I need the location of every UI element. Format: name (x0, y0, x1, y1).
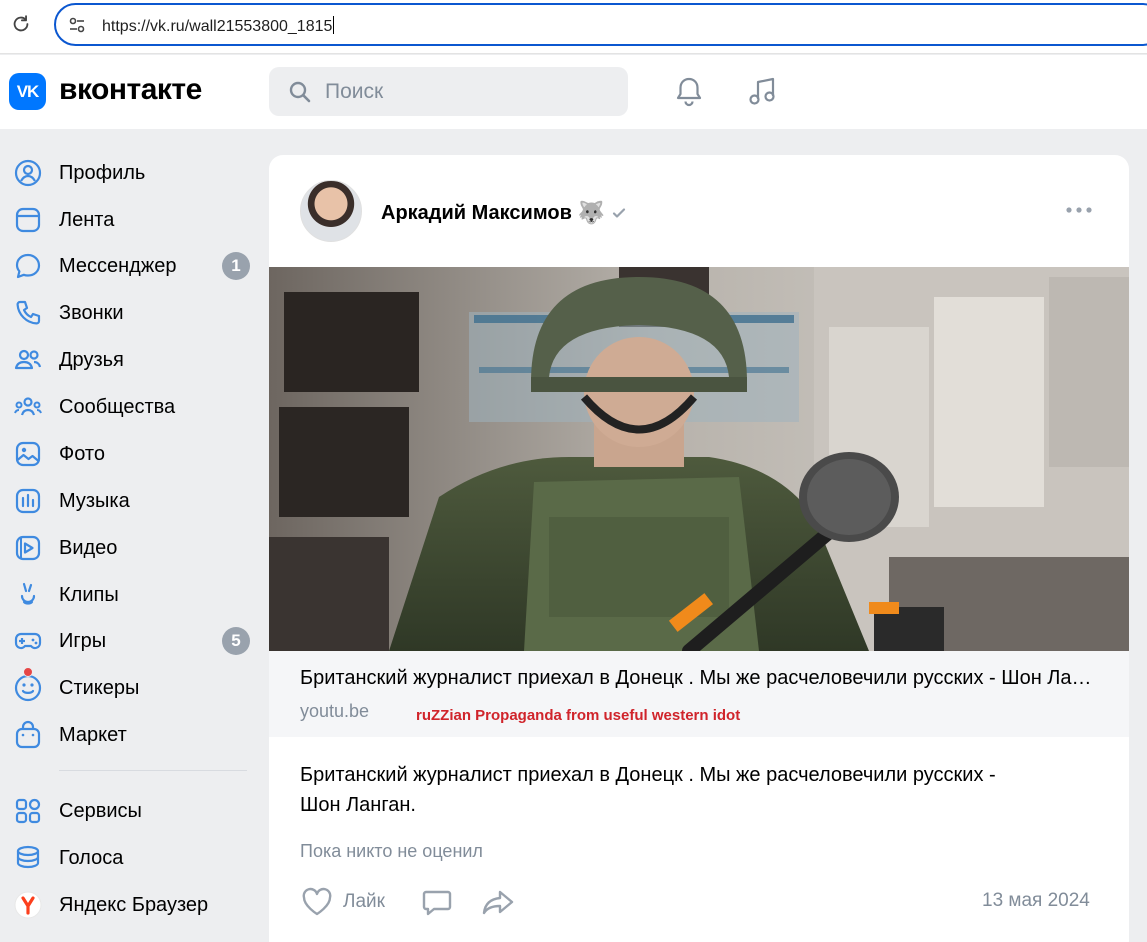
sidebar-item-yandex-browser[interactable]: Яндекс Браузер (0, 884, 260, 924)
bell-icon[interactable] (672, 74, 706, 108)
photo-icon (15, 441, 41, 467)
more-options-icon[interactable] (1065, 203, 1093, 217)
link-title[interactable]: Британский журналист приехал в Донецк . … (300, 667, 1100, 690)
sidebar-item-label: Звонки (59, 302, 124, 324)
music-icon (15, 488, 41, 514)
browser-toolbar: https://vk.ru/wall21553800_1815 (0, 0, 1147, 54)
post-text: Британский журналист приехал в Донецк . … (300, 760, 1100, 820)
nav-divider (59, 770, 247, 771)
search-input[interactable]: Поиск (269, 67, 628, 116)
yandex-browser-icon (14, 891, 42, 919)
search-icon (289, 81, 311, 103)
sidebar-item-label: Сообщества (59, 396, 176, 418)
sidebar-item-communities[interactable]: Сообщества (0, 386, 260, 426)
games-badge: 5 (222, 627, 250, 655)
avatar[interactable] (300, 180, 362, 242)
sidebar-item-label: Мессенджер (59, 255, 177, 277)
stickers-icon (14, 674, 42, 702)
sidebar-item-label: Яндекс Браузер (59, 894, 209, 916)
author-name[interactable]: Аркадий Максимов (381, 202, 572, 225)
phone-icon (16, 300, 41, 325)
share-button[interactable] (481, 885, 515, 919)
sidebar-item-label: Лента (59, 209, 115, 231)
notification-dot (23, 667, 33, 677)
sidebar-item-market[interactable]: Маркет (0, 714, 260, 754)
sidebar-item-messenger[interactable]: Мессенджер 1 (0, 245, 260, 285)
sidebar-item-games[interactable]: Игры 5 (0, 620, 260, 660)
address-bar[interactable]: https://vk.ru/wall21553800_1815 (54, 3, 1147, 46)
post-text-line: Шон Ланган. (300, 794, 416, 816)
sidebar-item-label: Музыка (59, 490, 130, 512)
music-note-icon[interactable] (745, 74, 779, 108)
sidebar-item-label: Голоса (59, 847, 124, 869)
sidebar-item-label: Видео (59, 537, 118, 559)
sidebar-item-friends[interactable]: Друзья (0, 339, 260, 379)
verified-check-icon (613, 208, 626, 218)
site-header: VK вконтакте Поиск (0, 55, 1147, 129)
sidebar-item-label: Клипы (59, 584, 119, 606)
post-card: Аркадий Максимов 🐺 Британский журналист … (269, 155, 1129, 942)
sidebar-item-label: Стикеры (59, 677, 140, 699)
sidebar-item-services[interactable]: Сервисы (0, 790, 260, 830)
sidebar-item-votes[interactable]: Голоса (0, 837, 260, 877)
link-domain[interactable]: youtu.be (300, 701, 369, 722)
like-label: Лайк (343, 891, 385, 912)
profile-icon (14, 159, 42, 187)
comment-icon (422, 890, 452, 916)
reload-icon[interactable] (10, 13, 32, 35)
feed-icon (15, 207, 41, 233)
communities-icon (14, 397, 42, 416)
sidebar-item-label: Фото (59, 443, 105, 465)
sidebar-item-profile[interactable]: Профиль (0, 152, 260, 192)
sidebar-item-label: Маркет (59, 724, 127, 746)
friends-icon (14, 349, 42, 370)
url-text[interactable]: https://vk.ru/wall21553800_1815 (102, 16, 335, 36)
clips-icon (20, 582, 36, 605)
likes-summary: Пока никто не оценил (300, 841, 483, 861)
link-preview[interactable]: Британский журналист приехал в Донецк . … (269, 651, 1129, 737)
vk-logo[interactable]: VK (9, 73, 46, 110)
sidebar-item-clips[interactable]: Клипы (0, 574, 260, 614)
games-icon (14, 632, 42, 650)
sidebar-item-feed[interactable]: Лента (0, 199, 260, 239)
sidebar-item-music[interactable]: Музыка (0, 480, 260, 520)
post-author[interactable]: Аркадий Максимов 🐺 (381, 200, 627, 226)
market-icon (15, 720, 41, 749)
sidebar-item-label: Друзья (59, 349, 124, 371)
tune-icon[interactable] (68, 16, 86, 34)
like-button[interactable]: Лайк (301, 885, 385, 919)
post-text-line: Британский журналист приехал в Донецк . … (300, 764, 996, 786)
vk-wordmark[interactable]: вконтакте (59, 73, 202, 107)
sidebar-item-label: Профиль (59, 162, 146, 184)
sidebar-item-stickers[interactable]: Стикеры (0, 667, 260, 707)
sidebar-item-calls[interactable]: Звонки (0, 292, 260, 332)
sidebar-item-video[interactable]: Видео (0, 527, 260, 567)
overlay-caption: ruZZian Propaganda from useful western i… (416, 707, 741, 724)
sidebar-item-label: Сервисы (59, 800, 142, 822)
share-icon (482, 890, 514, 915)
video-icon (15, 535, 41, 561)
comment-button[interactable] (421, 885, 453, 919)
heart-icon (302, 887, 332, 916)
votes-icon (16, 845, 40, 869)
search-placeholder: Поиск (325, 80, 384, 103)
messenger-icon (15, 253, 41, 279)
post-photo[interactable] (269, 267, 1129, 651)
sidebar-item-photo[interactable]: Фото (0, 433, 260, 473)
sidebar-item-label: Игры (59, 630, 107, 652)
unread-badge: 1 (222, 252, 250, 280)
author-status-emoji: 🐺 (577, 200, 606, 225)
post-date[interactable]: 13 мая 2024 (982, 890, 1090, 912)
services-icon (15, 798, 41, 824)
